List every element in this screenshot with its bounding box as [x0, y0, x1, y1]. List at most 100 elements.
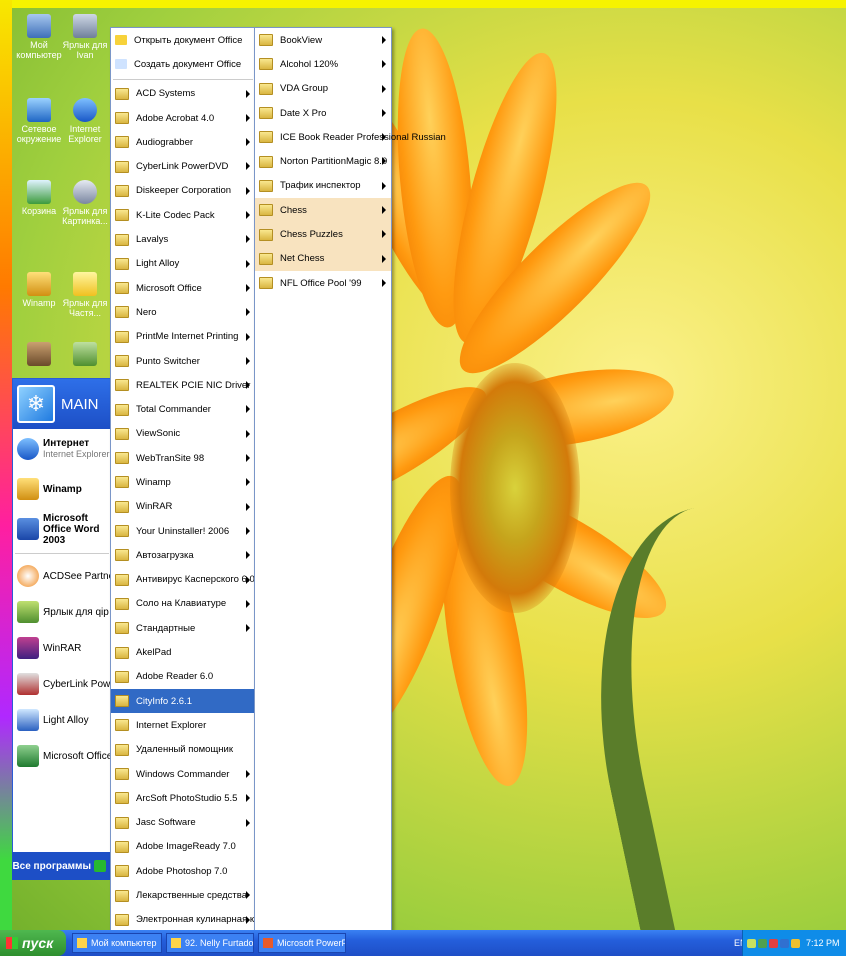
submenu-item[interactable]: Chess — [255, 198, 391, 223]
folder-icon — [259, 179, 273, 192]
recent-light-alloy[interactable]: Light Alloy — [13, 702, 111, 738]
menu-item[interactable]: Лекарственные средства — [111, 883, 255, 907]
menu-item[interactable]: Стандартные — [111, 616, 255, 640]
tray-icon[interactable] — [769, 938, 778, 948]
pinned-title: Интернет — [43, 438, 90, 449]
menu-item[interactable]: Punto Switcher — [111, 349, 255, 373]
pinned-word[interactable]: Microsoft Office Word 2003 — [13, 509, 111, 549]
pinned-internet[interactable]: Интернет Internet Explorer — [13, 429, 111, 469]
arrow-right-icon — [94, 860, 106, 872]
menu-item[interactable]: Light Alloy — [111, 252, 255, 276]
recent-winrar[interactable]: WinRAR — [13, 630, 111, 666]
recycle-bin-desktop-icon[interactable]: Корзина — [14, 180, 64, 216]
recent-qip[interactable]: Ярлык для qip — [13, 594, 111, 630]
shortcut-icon — [73, 14, 97, 38]
menu-item[interactable]: Lavalys — [111, 227, 255, 251]
menu-item[interactable]: Adobe Photoshop 7.0 — [111, 859, 255, 883]
submenu-item[interactable]: Date X Pro — [255, 101, 391, 125]
submenu-item-label: Трафик инспектор — [280, 180, 361, 192]
submenu-item[interactable]: Norton PartitionMagic 8.0 — [255, 149, 391, 173]
folder-icon — [259, 277, 273, 290]
menu-item[interactable]: Nero — [111, 300, 255, 324]
chevron-right-icon — [246, 283, 250, 292]
task-winamp[interactable]: 92. Nelly Furtado - all... — [166, 933, 254, 953]
desktop-icon[interactable] — [14, 342, 64, 368]
task-my-computer[interactable]: Мой компьютер — [72, 933, 162, 953]
tray-icon[interactable] — [747, 938, 756, 948]
menu-item[interactable]: Windows Commander — [111, 762, 255, 786]
menu-item[interactable]: PrintMe Internet Printing — [111, 325, 255, 349]
desktop-icon[interactable] — [60, 342, 110, 368]
start-button[interactable]: пуск — [0, 930, 66, 956]
chevron-right-icon — [246, 332, 250, 341]
folder-icon — [115, 233, 129, 246]
menu-item[interactable]: ACD Systems — [111, 82, 255, 106]
menu-item[interactable]: Автозагрузка — [111, 543, 255, 567]
menu-item[interactable]: ViewSonic — [111, 422, 255, 446]
menu-item[interactable]: WebTranSite 98 — [111, 446, 255, 470]
menu-item-label: Создать документ Office — [134, 58, 242, 70]
submenu-item[interactable]: NFL Office Pool '99 — [255, 271, 391, 295]
menu-item[interactable]: Diskeeper Corporation — [111, 179, 255, 203]
folder-icon — [115, 622, 129, 635]
folder-icon — [259, 228, 273, 241]
menu-item[interactable]: Adobe Reader 6.0 — [111, 665, 255, 689]
submenu-item[interactable]: Net Chess — [255, 246, 391, 271]
all-programs-button[interactable]: Все программы — [12, 852, 110, 880]
my-computer-desktop-icon[interactable]: Мой компьютер — [14, 14, 64, 60]
menu-item[interactable]: Adobe Acrobat 4.0 — [111, 106, 255, 130]
folder-icon — [259, 82, 273, 95]
desktop-icon-label: Ярлык для Частя... — [62, 298, 108, 318]
submenu-item[interactable]: BookView — [255, 28, 391, 52]
pinned-winamp[interactable]: Winamp — [13, 469, 111, 509]
menu-item[interactable]: REALTEK PCIE NIC Driver — [111, 373, 255, 397]
menu-item[interactable]: K-Lite Codec Pack — [111, 203, 255, 227]
tray-icon[interactable] — [758, 938, 767, 948]
menu-item[interactable]: Антивирус Касперского 6.0 — [111, 568, 255, 592]
task-powerpoint[interactable]: Microsoft PowerPoint ... — [258, 933, 346, 953]
menu-item[interactable]: CyberLink PowerDVD — [111, 154, 255, 178]
internet-explorer-desktop-icon[interactable]: Internet Explorer — [60, 98, 110, 144]
menu-item[interactable]: Internet Explorer — [111, 713, 255, 737]
menu-item[interactable]: Microsoft Office — [111, 276, 255, 300]
tray-icon[interactable] — [780, 938, 789, 948]
menu-item-label: WinRAR — [136, 501, 173, 513]
menu-item[interactable]: Jasc Software — [111, 811, 255, 835]
folder-icon — [115, 427, 129, 440]
recent-excel[interactable]: Microsoft Office Excel 2003 — [13, 738, 111, 774]
submenu-item[interactable]: ICE Book Reader Professional Russian — [255, 125, 446, 149]
menu-item[interactable]: Соло на Клавиатуре — [111, 592, 255, 616]
tray-icon[interactable] — [791, 938, 800, 948]
folder-icon — [115, 452, 129, 465]
clock[interactable]: 7:12 PM — [806, 938, 840, 948]
submenu-item[interactable]: Alcohol 120% — [255, 52, 391, 76]
recent-acdsee[interactable]: ACDSee Partner Edition — [13, 558, 111, 594]
submenu-item[interactable]: Трафик инспектор — [255, 174, 391, 198]
menu-item[interactable]: Total Commander — [111, 397, 255, 421]
menu-item-new-office-doc[interactable]: Создать документ Office — [111, 52, 255, 76]
menu-item[interactable]: Электронная кулинарная книга 4.0 — [111, 908, 255, 931]
menu-item[interactable]: Удаленный помощник — [111, 738, 255, 762]
menu-item[interactable]: Adobe ImageReady 7.0 — [111, 835, 255, 859]
menu-item[interactable]: CityInfo 2.6.1 — [111, 689, 255, 714]
menu-item-label: ViewSonic — [136, 428, 181, 440]
submenu-item[interactable]: VDA Group — [255, 77, 391, 101]
recent-label: Microsoft Office Excel 2003 — [43, 750, 111, 762]
winamp-desktop-icon[interactable]: Winamp — [14, 272, 64, 308]
menu-item[interactable]: Your Uninstaller! 2006 — [111, 519, 255, 543]
shortcut-pictures-desktop-icon[interactable]: Ярлык для Картинка... — [60, 180, 110, 226]
menu-item[interactable]: ArcSoft PhotoStudio 5.5 — [111, 786, 255, 810]
program-icon — [115, 743, 129, 756]
menu-item[interactable]: Winamp — [111, 470, 255, 494]
submenu-item-label: Alcohol 120% — [280, 58, 339, 70]
chevron-right-icon — [382, 278, 386, 287]
menu-item-open-office-doc[interactable]: Открыть документ Office — [111, 28, 255, 52]
network-places-desktop-icon[interactable]: Сетевое окружение — [14, 98, 64, 144]
submenu-item[interactable]: Chess Puzzles — [255, 222, 391, 247]
recent-powerdvd[interactable]: CyberLink PowerDVD — [13, 666, 111, 702]
menu-item[interactable]: WinRAR — [111, 495, 255, 519]
shortcut-desktop-icon[interactable]: Ярлык для Частя... — [60, 272, 110, 318]
shortcut-ivan-desktop-icon[interactable]: Ярлык для Ivan — [60, 14, 110, 60]
menu-item[interactable]: Audiograbber — [111, 130, 255, 154]
menu-item[interactable]: AkelPad — [111, 640, 255, 664]
